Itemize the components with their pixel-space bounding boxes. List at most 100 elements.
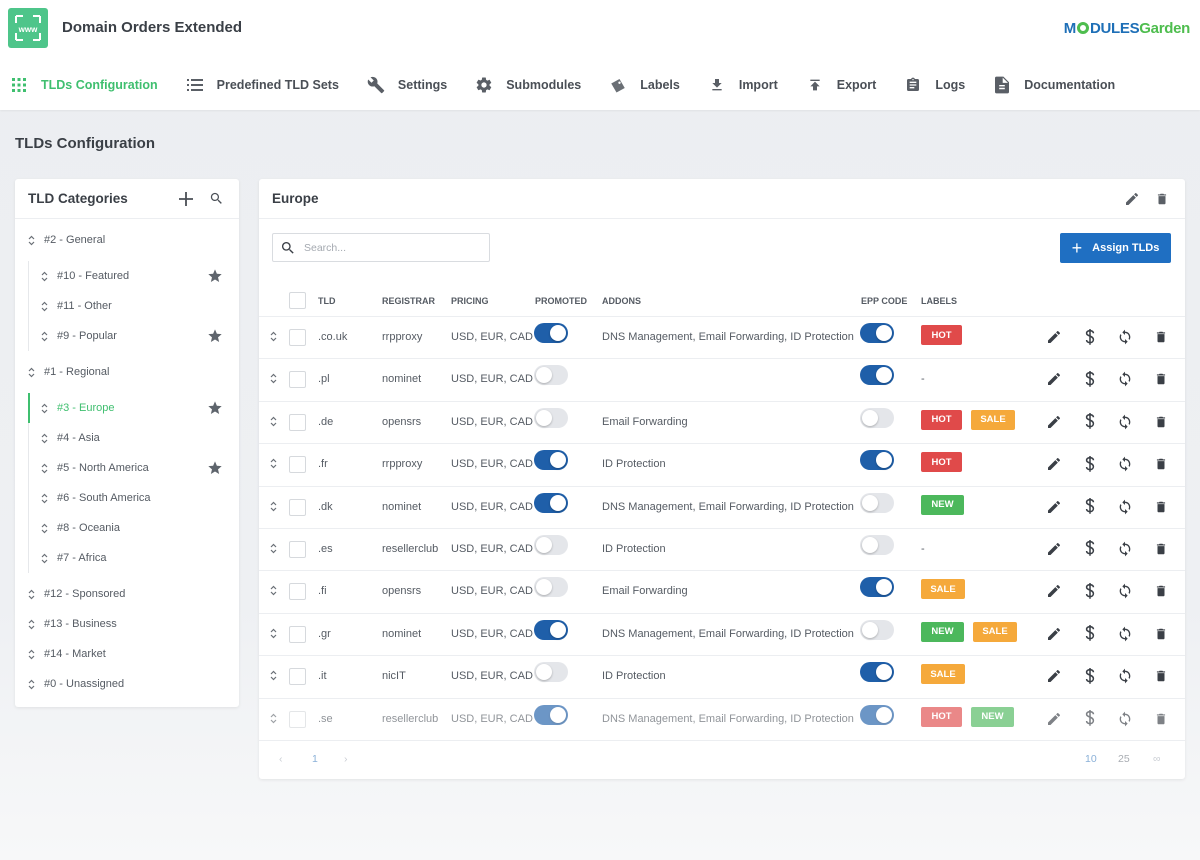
star-icon[interactable] bbox=[207, 460, 223, 479]
promoted-toggle[interactable] bbox=[534, 577, 568, 598]
pricing-button[interactable] bbox=[1081, 370, 1099, 388]
drag-handle-icon[interactable] bbox=[270, 585, 277, 599]
delete-button[interactable] bbox=[1152, 413, 1170, 431]
pricing-button[interactable] bbox=[1081, 455, 1099, 473]
edit-button[interactable] bbox=[1045, 413, 1063, 431]
subcategory-item[interactable]: #10 - Featured bbox=[15, 261, 239, 291]
drag-handle-icon[interactable] bbox=[39, 271, 49, 282]
epp-code-toggle[interactable] bbox=[860, 407, 894, 428]
delete-button[interactable] bbox=[1152, 625, 1170, 643]
nav-submodules[interactable]: Submodules bbox=[475, 70, 581, 100]
nav-import[interactable]: Import bbox=[708, 70, 778, 100]
drag-handle-icon[interactable] bbox=[270, 670, 277, 684]
drag-handle-icon[interactable] bbox=[39, 433, 49, 444]
epp-code-toggle[interactable] bbox=[860, 577, 894, 598]
sync-button[interactable] bbox=[1116, 625, 1134, 643]
promoted-toggle[interactable] bbox=[534, 619, 568, 640]
epp-code-toggle[interactable] bbox=[860, 323, 894, 343]
pricing-button[interactable] bbox=[1081, 667, 1099, 685]
promoted-toggle[interactable] bbox=[534, 407, 568, 428]
nav-labels[interactable]: Labels bbox=[609, 70, 680, 100]
row-checkbox[interactable] bbox=[289, 456, 306, 474]
promoted-toggle[interactable] bbox=[534, 662, 568, 683]
drag-handle-icon[interactable] bbox=[39, 331, 49, 342]
nav-tlds-configuration[interactable]: TLDs Configuration bbox=[10, 70, 158, 100]
delete-button[interactable] bbox=[1152, 710, 1170, 728]
promoted-toggle[interactable] bbox=[534, 704, 568, 725]
drag-handle-icon[interactable] bbox=[39, 403, 49, 414]
epp-code-toggle[interactable] bbox=[860, 534, 894, 555]
subcategory-item[interactable]: #9 - Popular bbox=[15, 321, 239, 351]
promoted-toggle[interactable] bbox=[534, 365, 568, 386]
edit-button[interactable] bbox=[1045, 540, 1063, 558]
drag-handle-icon[interactable] bbox=[26, 235, 36, 246]
category-item[interactable]: #14 - Market bbox=[15, 639, 239, 669]
promoted-toggle[interactable] bbox=[534, 323, 568, 343]
sync-button[interactable] bbox=[1116, 582, 1134, 600]
nav-documentation[interactable]: Documentation bbox=[993, 70, 1115, 100]
edit-category-button[interactable] bbox=[1122, 189, 1142, 209]
edit-button[interactable] bbox=[1045, 328, 1063, 346]
edit-button[interactable] bbox=[1045, 625, 1063, 643]
category-item[interactable]: #13 - Business bbox=[15, 609, 239, 639]
search-input[interactable] bbox=[304, 241, 474, 254]
pricing-button[interactable] bbox=[1081, 625, 1099, 643]
edit-button[interactable] bbox=[1045, 582, 1063, 600]
subcategory-item[interactable]: #4 - Asia bbox=[15, 423, 239, 453]
star-icon[interactable] bbox=[207, 268, 223, 287]
search-categories-button[interactable] bbox=[206, 189, 226, 209]
row-checkbox[interactable] bbox=[289, 625, 306, 643]
drag-handle-icon[interactable] bbox=[270, 543, 277, 557]
drag-handle-icon[interactable] bbox=[270, 416, 277, 430]
row-checkbox[interactable] bbox=[289, 540, 306, 558]
row-checkbox[interactable] bbox=[289, 498, 306, 516]
row-checkbox[interactable] bbox=[289, 583, 306, 601]
delete-button[interactable] bbox=[1152, 540, 1170, 558]
delete-button[interactable] bbox=[1152, 328, 1170, 346]
drag-handle-icon[interactable] bbox=[39, 463, 49, 474]
delete-button[interactable] bbox=[1152, 667, 1170, 685]
category-item[interactable]: #0 - Unassigned bbox=[15, 669, 239, 699]
edit-button[interactable] bbox=[1045, 667, 1063, 685]
edit-button[interactable] bbox=[1045, 710, 1063, 728]
edit-button[interactable] bbox=[1045, 498, 1063, 516]
drag-handle-icon[interactable] bbox=[270, 458, 277, 472]
page-size-10[interactable]: 10 bbox=[1085, 753, 1097, 765]
subcategory-item[interactable]: #6 - South America bbox=[15, 483, 239, 513]
row-checkbox[interactable] bbox=[289, 668, 306, 686]
add-category-button[interactable] bbox=[176, 189, 196, 209]
edit-button[interactable] bbox=[1045, 370, 1063, 388]
search-field[interactable] bbox=[272, 233, 490, 262]
assign-tlds-button[interactable]: + Assign TLDs bbox=[1060, 233, 1171, 263]
promoted-toggle[interactable] bbox=[534, 492, 568, 513]
page-size-25[interactable]: 25 bbox=[1118, 753, 1130, 765]
epp-code-toggle[interactable] bbox=[860, 450, 894, 471]
promoted-toggle[interactable] bbox=[534, 534, 568, 555]
pricing-button[interactable] bbox=[1081, 540, 1099, 558]
drag-handle-icon[interactable] bbox=[270, 628, 277, 642]
drag-handle-icon[interactable] bbox=[270, 331, 277, 345]
page-size-all[interactable]: ∞ bbox=[1153, 753, 1161, 765]
promoted-toggle[interactable] bbox=[534, 450, 568, 471]
epp-code-toggle[interactable] bbox=[860, 619, 894, 640]
row-checkbox[interactable] bbox=[289, 710, 306, 728]
delete-button[interactable] bbox=[1152, 455, 1170, 473]
sync-button[interactable] bbox=[1116, 540, 1134, 558]
subcategory-item[interactable]: #5 - North America bbox=[15, 453, 239, 483]
epp-code-toggle[interactable] bbox=[860, 492, 894, 513]
subcategory-item[interactable]: #7 - Africa bbox=[15, 543, 239, 573]
edit-button[interactable] bbox=[1045, 455, 1063, 473]
delete-button[interactable] bbox=[1152, 498, 1170, 516]
pricing-button[interactable] bbox=[1081, 582, 1099, 600]
drag-handle-icon[interactable] bbox=[26, 589, 36, 600]
drag-handle-icon[interactable] bbox=[39, 523, 49, 534]
sync-button[interactable] bbox=[1116, 328, 1134, 346]
row-checkbox[interactable] bbox=[289, 329, 306, 346]
delete-button[interactable] bbox=[1152, 582, 1170, 600]
page-number[interactable]: 1 bbox=[312, 753, 318, 765]
drag-handle-icon[interactable] bbox=[26, 367, 36, 378]
category-item[interactable]: #2 - General bbox=[15, 225, 239, 255]
pricing-button[interactable] bbox=[1081, 413, 1099, 431]
sync-button[interactable] bbox=[1116, 413, 1134, 431]
sync-button[interactable] bbox=[1116, 667, 1134, 685]
